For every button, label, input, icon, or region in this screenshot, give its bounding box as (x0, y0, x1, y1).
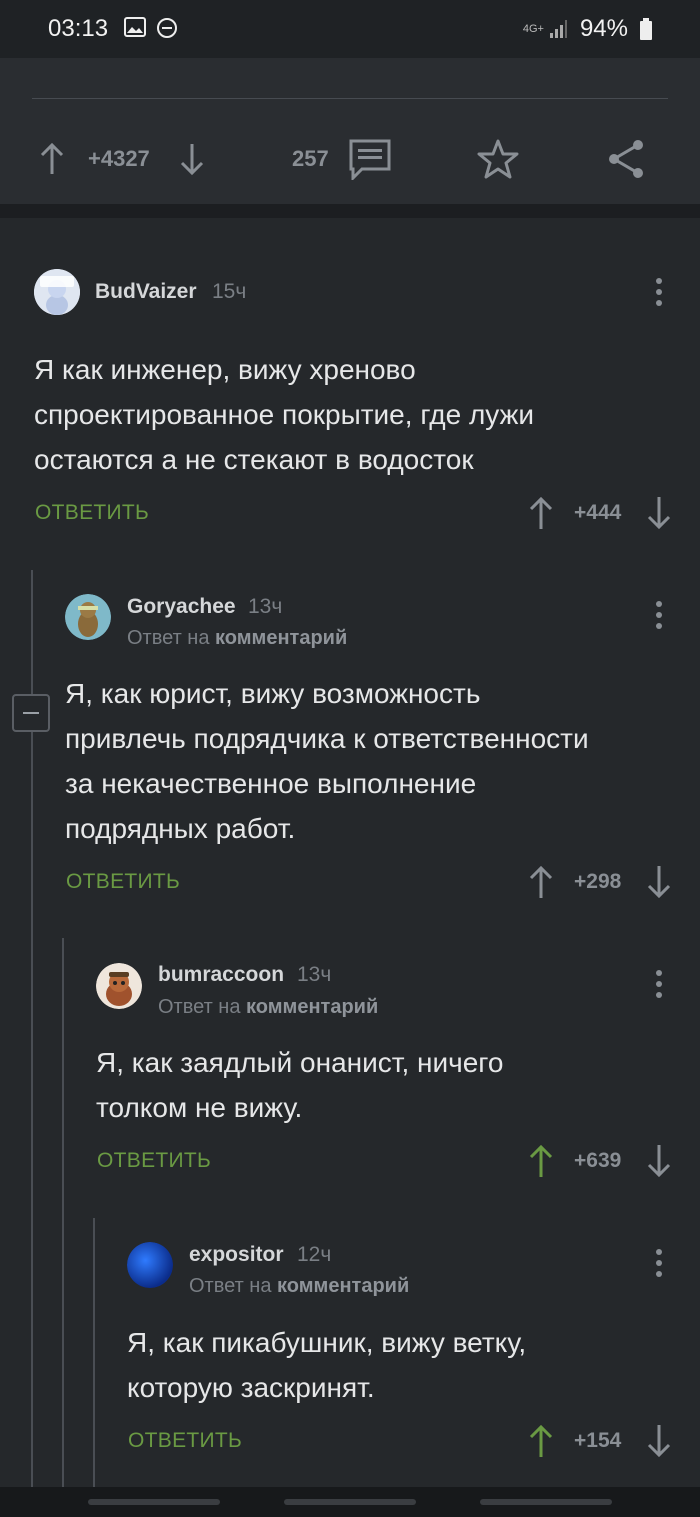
arrow-up-icon[interactable] (528, 1144, 554, 1178)
comment-line: Я как инженер, вижу хреново (34, 354, 416, 385)
battery-percent: 94% (579, 15, 628, 42)
kebab-icon[interactable] (649, 599, 669, 629)
share-icon[interactable] (606, 138, 646, 180)
arrow-down-icon[interactable] (646, 496, 672, 530)
arrow-down-icon[interactable] (178, 142, 206, 176)
arrow-down-icon[interactable] (646, 1144, 672, 1178)
post-action-bar: +4327 257 (0, 58, 700, 218)
network-label: 4G+ (522, 23, 544, 35)
comment-line: подрядных работ. (65, 813, 296, 844)
comment-line: спроектированное покрытие, где лужи (34, 399, 534, 430)
comment-line: толком не вижу. (96, 1092, 303, 1123)
comment-score: +639 (574, 1149, 622, 1172)
kebab-icon[interactable] (649, 1247, 669, 1277)
avatar[interactable] (127, 1242, 173, 1288)
avatar[interactable] (65, 594, 111, 640)
divider (32, 98, 668, 99)
reply-to-prefix: Ответ на (158, 996, 241, 1018)
thread-line-level-2[interactable] (62, 938, 64, 1487)
kebab-icon[interactable] (649, 968, 669, 998)
comment-text: Я, как юрист, вижу возможность привлечь … (65, 671, 685, 851)
comment-time: 12ч (297, 1243, 332, 1266)
reply-button[interactable]: ОТВЕТИТЬ (35, 501, 149, 525)
thread-line-level-3[interactable] (93, 1218, 95, 1487)
status-icons (124, 17, 178, 39)
arrow-up-icon[interactable] (528, 1424, 554, 1458)
reply-to-prefix: Ответ на (189, 1275, 272, 1297)
username[interactable]: BudVaizer (95, 280, 197, 304)
avatar[interactable] (34, 269, 80, 315)
collapse-thread-button[interactable] (12, 694, 50, 732)
comment-line: Я, как пикабушник, вижу ветку, (127, 1327, 527, 1358)
username[interactable]: bumraccoon (158, 963, 284, 987)
comment-line: остаются а не стекают в водосток (34, 444, 474, 475)
comment-line: Я, как заядлый онанист, ничего (96, 1047, 504, 1078)
comment-line: привлечь подрядчика к ответственности (65, 723, 589, 754)
reply-button[interactable]: ОТВЕТИТЬ (97, 1149, 211, 1173)
comment-score: +444 (574, 501, 622, 524)
comment-line: Я, как юрист, вижу возможность (65, 678, 481, 709)
comment-time: 13ч (248, 595, 283, 618)
status-right: 4G+ 94% (523, 15, 652, 43)
arrow-down-icon[interactable] (646, 865, 672, 899)
reply-to: Ответ на комментарий (127, 627, 347, 650)
reply-button[interactable]: ОТВЕТИТЬ (66, 870, 180, 894)
avatar[interactable] (96, 963, 142, 1009)
arrow-up-icon[interactable] (38, 142, 66, 176)
dnd-icon (157, 18, 177, 38)
reply-button[interactable]: ОТВЕТИТЬ (128, 1429, 242, 1453)
arrow-up-icon[interactable] (528, 496, 554, 530)
system-nav-bar (0, 1487, 700, 1517)
arrow-down-icon[interactable] (646, 1424, 672, 1458)
post-score: +4327 (88, 146, 150, 171)
reply-to-link[interactable]: комментарий (215, 627, 347, 649)
username[interactable]: expositor (189, 1243, 284, 1267)
signal-icon (549, 20, 567, 38)
comment-score: +298 (574, 870, 622, 893)
comment-icon[interactable] (348, 138, 392, 180)
comment-time: 13ч (297, 963, 332, 986)
post-comments-count[interactable]: 257 (292, 146, 329, 172)
comment-score: +154 (574, 1429, 622, 1452)
nav-home-button[interactable] (284, 1499, 416, 1505)
reply-to-prefix: Ответ на (127, 627, 210, 649)
avatar-image (127, 1242, 173, 1288)
avatar-image (34, 269, 80, 315)
status-time: 03:13 (48, 15, 109, 42)
status-bar: 03:13 4G+ 94% (0, 0, 700, 58)
battery-icon (640, 18, 652, 40)
comment-time: 15ч (212, 280, 247, 303)
nav-back-button[interactable] (480, 1499, 612, 1505)
star-icon[interactable] (476, 138, 520, 180)
avatar-image (65, 594, 111, 640)
comment-text: Я, как заядлый онанист, ничего толком не… (96, 1040, 686, 1130)
nav-recents-button[interactable] (88, 1499, 220, 1505)
comment-text: Я, как пикабушник, вижу ветку, которую з… (127, 1320, 687, 1410)
kebab-icon[interactable] (649, 276, 669, 306)
reply-to: Ответ на комментарий (189, 1275, 409, 1298)
comment-line: за некачественное выполнение (65, 768, 477, 799)
comment-line: которую заскринят. (127, 1372, 375, 1403)
reply-to-link[interactable]: комментарий (277, 1275, 409, 1297)
arrow-up-icon[interactable] (528, 865, 554, 899)
collapse-icon (23, 712, 39, 714)
reply-to-link[interactable]: комментарий (246, 996, 378, 1018)
avatar-image (96, 963, 142, 1009)
image-icon (124, 17, 146, 37)
username[interactable]: Goryachee (127, 595, 236, 619)
comment-text: Я как инженер, вижу хреново спроектирова… (34, 347, 674, 482)
reply-to: Ответ на комментарий (158, 996, 378, 1019)
